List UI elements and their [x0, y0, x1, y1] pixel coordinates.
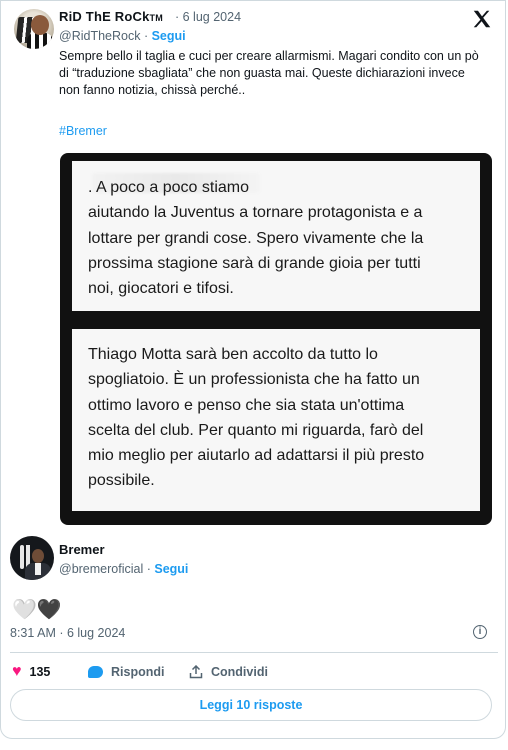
info-icon[interactable]: i [473, 625, 487, 639]
follow-button[interactable]: Segui [152, 29, 186, 43]
tweet-text: Sempre bello il taglia e cuci per creare… [59, 49, 479, 97]
share-label: Condividi [211, 665, 268, 679]
avatar-logo-bar-1 [20, 545, 24, 569]
quoted-author-name[interactable]: Bremer [59, 542, 105, 557]
quoted-handle[interactable]: @bremeroficial · [59, 562, 151, 576]
author-avatar[interactable] [14, 9, 54, 49]
author-name-suffix: TM [149, 13, 163, 23]
quoted-avatar[interactable] [10, 536, 54, 580]
image-panel-2-text: Thiago Motta sarà ben accolto da tutto l… [88, 346, 425, 490]
black-heart-icon: 🖤 [36, 599, 62, 621]
heart-icon: ♥ [12, 663, 22, 680]
like-button[interactable]: ♥ 135 [12, 663, 50, 681]
image-panel-1: . A poco a poco stiamo aiutando la Juven… [72, 161, 480, 311]
avatar-shirt [35, 563, 41, 575]
x-logo-icon[interactable] [471, 8, 493, 30]
reply-bubble-icon [88, 666, 103, 678]
like-count: 135 [29, 665, 51, 679]
hashtag-link[interactable]: #Bremer [59, 124, 107, 138]
author-handle[interactable]: @RidTheRock [59, 29, 140, 43]
tweet-timestamp[interactable]: 8:31 AM · 6 lug 2024 [10, 626, 125, 640]
reply-label: Rispondi [111, 665, 165, 679]
tweet-image[interactable]: . A poco a poco stiamo aiutando la Juven… [60, 153, 492, 525]
share-button[interactable]: Condividi [189, 663, 268, 681]
white-heart-icon: 🤍 [12, 599, 37, 621]
hearts-emoji: 🤍🖤 [12, 597, 62, 622]
author-name[interactable]: RiD ThE RoCkTM [59, 9, 163, 24]
quoted-follow-button[interactable]: Segui [154, 562, 188, 576]
avatar-face [32, 549, 44, 563]
reply-button[interactable]: Rispondi [88, 663, 164, 681]
divider [10, 652, 498, 653]
quoted-handle-row: @bremeroficial · Segui [59, 562, 188, 576]
author-name-text[interactable]: RiD ThE RoCk [59, 9, 150, 24]
image-panel-2: Thiago Motta sarà ben accolto da tutto l… [72, 329, 480, 511]
avatar-shirt [27, 33, 53, 49]
avatar-face [31, 15, 49, 35]
tweet-date[interactable]: · 6 lug 2024 [175, 10, 241, 24]
read-replies-button[interactable]: Leggi 10 risposte [10, 689, 492, 721]
share-icon [189, 665, 203, 679]
image-panel-1-text: . A poco a poco stiamo aiutando la Juven… [88, 179, 424, 298]
tweet-card: RiD ThE RoCkTM · 6 lug 2024 @RidTheRock … [0, 0, 506, 739]
author-handle-row: @RidTheRock · Segui [59, 29, 186, 43]
